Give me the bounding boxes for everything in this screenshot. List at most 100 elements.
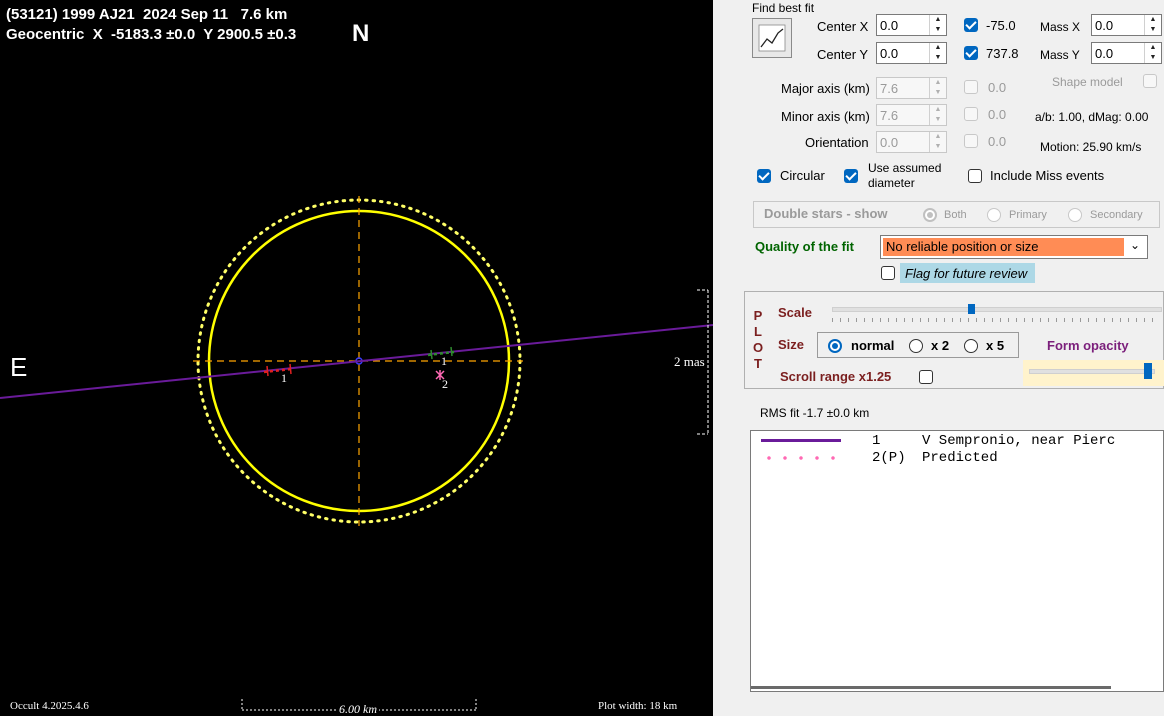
center-y-label: Center Y <box>817 47 869 62</box>
double-secondary-radio[interactable] <box>1068 208 1082 222</box>
legend-horizontal-scrollbar[interactable] <box>751 686 1111 689</box>
opacity-slider-thumb[interactable] <box>1144 363 1152 379</box>
use-assumed-diameter-label: Use assumed diameter <box>868 161 941 191</box>
opacity-slider[interactable] <box>1023 360 1164 386</box>
legend-num-2: 2(P) <box>872 450 906 466</box>
chevron-down-icon: ⌄ <box>1130 238 1141 252</box>
mass-y-spinner[interactable]: ▲ ▼ <box>1144 43 1161 63</box>
scale-slider-ticks <box>832 318 1160 322</box>
include-miss-label: Include Miss events <box>990 168 1105 183</box>
size-x5-label: x 5 <box>986 338 1005 353</box>
occultation-plot <box>0 196 713 711</box>
opacity-slider-track <box>1029 369 1155 374</box>
red-tick-b <box>289 363 292 375</box>
center-y-spinner[interactable]: ▲ ▼ <box>929 43 946 63</box>
observer-chord <box>0 324 713 399</box>
double-secondary-label: Secondary <box>1090 209 1143 221</box>
find-best-fit-label: Find best fit <box>752 1 815 15</box>
center-x-spinner[interactable]: ▲ ▼ <box>929 15 946 35</box>
quality-select[interactable]: No reliable position or size ⌄ <box>880 235 1148 259</box>
legend-swatch-1 <box>761 439 841 442</box>
scale-slider-thumb[interactable] <box>968 304 975 314</box>
use-assumed-diameter-checkbox[interactable] <box>844 169 858 183</box>
legend-listbox[interactable]: 1 V Sempronio, near Pierc 2(P) Predicted <box>750 430 1164 692</box>
minor-axis-value: 7.6 <box>880 108 899 123</box>
legend-text-2: Predicted <box>922 450 998 466</box>
scale-slider[interactable] <box>828 300 1164 324</box>
major-axis-input[interactable]: 7.6 ▲ ▼ <box>876 77 947 99</box>
mass-y-value: 0.0 <box>1095 46 1114 61</box>
double-both-radio[interactable] <box>923 208 937 222</box>
flag-review-checkbox[interactable] <box>881 266 895 280</box>
find-best-fit-button[interactable] <box>752 18 792 58</box>
size-x5-radio[interactable] <box>964 339 978 353</box>
minor-axis-input[interactable]: 7.6 ▲ ▼ <box>876 104 947 126</box>
major-axis-check-value: 0.0 <box>988 80 1007 95</box>
center-x-value: 0.0 <box>880 18 899 33</box>
center-x-check-value: -75.0 <box>986 18 1016 33</box>
size-x2-radio[interactable] <box>909 339 923 353</box>
minor-axis-spinner[interactable]: ▲ ▼ <box>929 105 946 125</box>
major-axis-checkbox[interactable] <box>964 80 978 94</box>
double-primary-label: Primary <box>1009 209 1047 221</box>
major-axis-spinner[interactable]: ▲ ▼ <box>929 78 946 98</box>
mass-y-input[interactable]: 0.0 ▲ ▼ <box>1091 42 1162 64</box>
double-primary-radio[interactable] <box>987 208 1001 222</box>
orientation-input[interactable]: 0.0 ▲ ▼ <box>876 131 947 153</box>
center-x-checkbox[interactable] <box>964 18 978 32</box>
green-tick-a <box>430 349 433 360</box>
red-tick-a <box>266 365 269 377</box>
east-label: E <box>10 352 28 382</box>
mass-x-value: 0.0 <box>1095 18 1114 33</box>
observer-1-label: 1 <box>281 371 287 385</box>
scale-bar-label: 6.00 km <box>337 702 379 716</box>
include-miss-checkbox[interactable] <box>968 169 982 183</box>
major-axis-label: Major axis (km) <box>781 81 870 96</box>
plot-width-label: Plot width: 18 km <box>598 700 678 712</box>
ab-dmag-text: a/b: 1.00, dMag: 0.00 <box>1035 110 1149 124</box>
plot-title-line2: Geocentric X -5183.3 ±0.0 Y 2900.5 ±0.3 <box>6 26 297 43</box>
control-panel: Find best fit Center X 0.0 ▲ ▼ -75.0 Mass… <box>713 0 1164 716</box>
flag-review-label: Flag for future review <box>905 266 1028 281</box>
size-label: Size <box>778 337 805 352</box>
size-x2-label: x 2 <box>931 338 950 353</box>
plot-letter-p: P <box>753 308 763 323</box>
center-y-input[interactable]: 0.0 ▲ ▼ <box>876 42 947 64</box>
size-normal-radio[interactable] <box>828 339 842 353</box>
legend-text-1: V Sempronio, near Pierc <box>922 433 1116 449</box>
center-y-checkbox[interactable] <box>964 46 978 60</box>
plot-title-line1: (53121) 1999 AJ21 2024 Sep 11 7.6 km <box>6 6 288 23</box>
plot-area[interactable]: (53121) 1999 AJ21 2024 Sep 11 7.6 km Geo… <box>0 0 713 716</box>
plot-vertical-label: P L O T <box>752 308 764 372</box>
use-assumed-line1: Use assumed <box>868 161 942 175</box>
mass-x-spinner[interactable]: ▲ ▼ <box>1144 15 1161 35</box>
quality-label: Quality of the fit <box>755 239 854 254</box>
legend-num-1: 1 <box>872 433 881 449</box>
center-x-input[interactable]: 0.0 ▲ ▼ <box>876 14 947 36</box>
version-label: Occult 4.2025.4.6 <box>10 700 89 712</box>
mass-x-input[interactable]: 0.0 ▲ ▼ <box>1091 14 1162 36</box>
orientation-spinner[interactable]: ▲ ▼ <box>929 132 946 152</box>
shape-model-checkbox[interactable] <box>1143 74 1157 88</box>
plot-letter-o: O <box>752 340 764 355</box>
use-assumed-line2: diameter <box>868 176 915 190</box>
minor-axis-checkbox[interactable] <box>964 107 978 121</box>
plot-letter-t: T <box>754 356 762 371</box>
observer-2-label: 2 <box>442 377 448 391</box>
double-stars-label: Double stars - show <box>764 206 888 221</box>
scale-label: Scale <box>778 305 812 320</box>
scroll-range-checkbox[interactable] <box>919 370 933 384</box>
chart-icon <box>758 24 786 52</box>
orientation-checkbox[interactable] <box>964 134 978 148</box>
mass-x-label: Mass X <box>1040 20 1081 34</box>
green-tick-b <box>450 346 453 357</box>
center-y-check-value: 737.8 <box>986 46 1019 61</box>
circular-checkbox[interactable] <box>757 169 771 183</box>
center-y-value: 0.0 <box>880 46 899 61</box>
orientation-value: 0.0 <box>880 135 899 150</box>
legend-swatch-2 <box>761 456 841 460</box>
minor-axis-check-value: 0.0 <box>988 107 1007 122</box>
north-label: N <box>352 20 370 47</box>
scale-slider-track <box>832 307 1162 312</box>
mass-y-label: Mass Y <box>1040 48 1080 62</box>
